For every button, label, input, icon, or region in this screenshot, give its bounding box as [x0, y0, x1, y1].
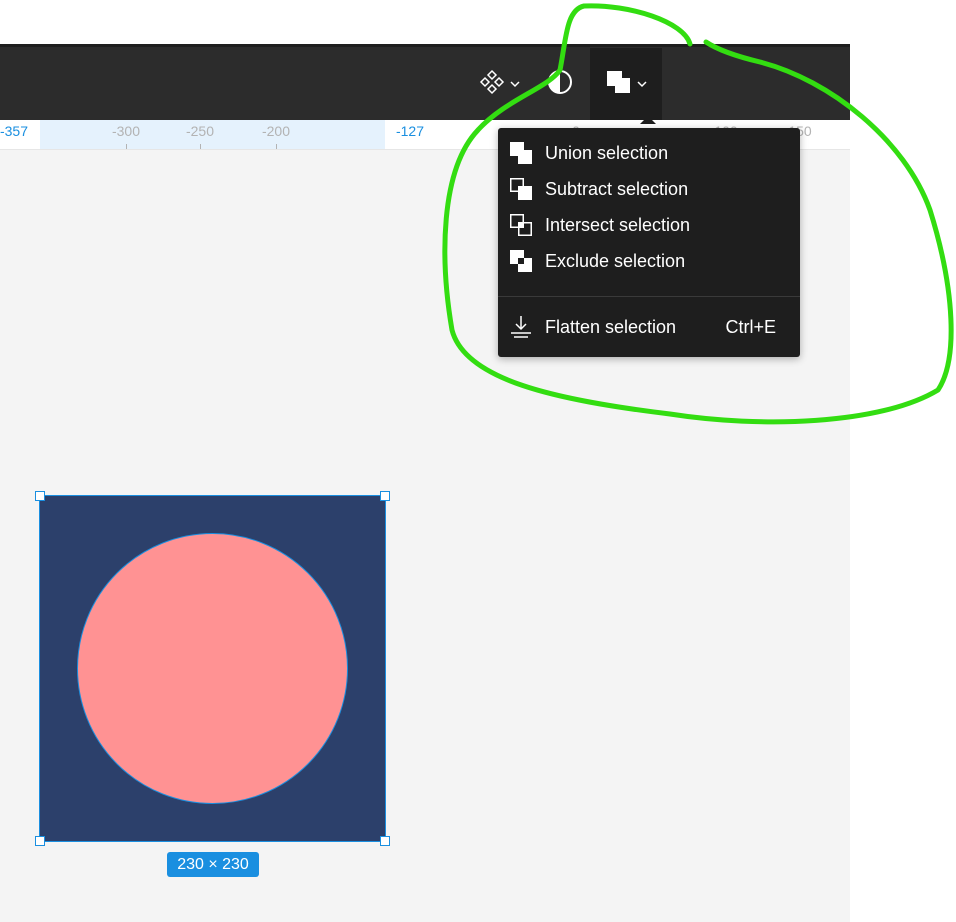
ellipse-shape[interactable] [77, 533, 348, 804]
menu-item-intersect[interactable]: Intersect selection [498, 207, 800, 243]
menu-item-union[interactable]: Union selection [498, 135, 800, 171]
editor-app: -357 -300 -250 -200 -127 0 100 150 230 ×… [0, 44, 850, 922]
ruler-tick [126, 144, 127, 149]
component-icon [478, 68, 506, 101]
boolean-operations-menu: Union selection Subtract selection Inter… [498, 128, 800, 357]
ruler-label: -357 [0, 123, 29, 139]
ruler-label: -200 [261, 123, 291, 139]
ruler-tick [276, 144, 277, 149]
keyboard-shortcut: Ctrl+E [725, 316, 776, 337]
resize-handle-bottom-left[interactable] [35, 836, 45, 846]
resize-handle-bottom-right[interactable] [380, 836, 390, 846]
ruler-tick [200, 144, 201, 149]
menu-item-subtract[interactable]: Subtract selection [498, 171, 800, 207]
menu-item-exclude[interactable]: Exclude selection [498, 243, 800, 279]
toolbar [0, 44, 850, 120]
selected-frame[interactable] [39, 495, 386, 842]
exclude-icon [508, 248, 534, 274]
flatten-icon [508, 314, 534, 340]
menu-item-label: Union selection [545, 142, 669, 163]
mask-icon [546, 68, 574, 101]
menu-item-flatten[interactable]: Flatten selection Ctrl+E [498, 309, 800, 345]
chevron-down-icon [510, 75, 520, 93]
menu-caret [640, 116, 656, 124]
component-dropdown-button[interactable] [470, 64, 528, 104]
subtract-icon [508, 176, 534, 202]
ruler-label: -250 [185, 123, 215, 139]
intersect-icon [508, 212, 534, 238]
resize-handle-top-right[interactable] [380, 491, 390, 501]
ruler-label: -300 [111, 123, 141, 139]
resize-handle-top-left[interactable] [35, 491, 45, 501]
toolbar-divider [0, 44, 850, 47]
menu-item-label: Exclude selection [545, 250, 686, 271]
menu-item-label: Flatten selection [545, 316, 677, 337]
mask-button[interactable] [540, 64, 580, 104]
boolean-operations-button[interactable] [590, 48, 662, 120]
menu-item-label: Subtract selection [545, 178, 689, 199]
menu-divider [498, 296, 800, 297]
chevron-down-icon [637, 75, 647, 93]
ruler-label: -127 [395, 123, 425, 139]
boolean-union-icon [605, 68, 633, 101]
size-badge: 230 × 230 [167, 852, 259, 877]
union-icon [508, 140, 534, 166]
menu-item-label: Intersect selection [545, 214, 691, 235]
